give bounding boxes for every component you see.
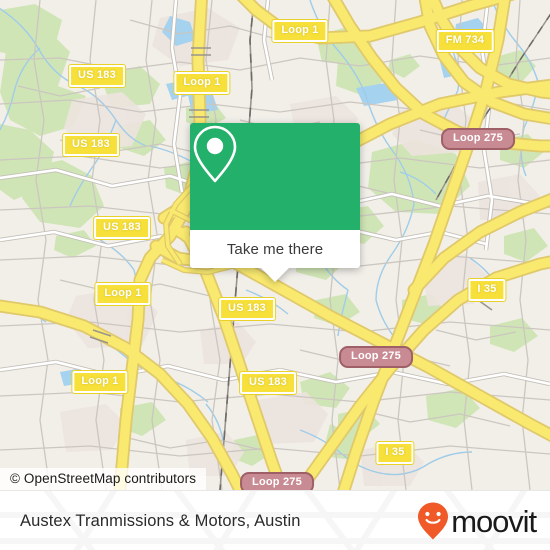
moovit-brand[interactable]: moovit: [416, 501, 537, 541]
road-shield: US 183: [68, 64, 126, 88]
popup-tail: [260, 267, 290, 282]
road-shield: US 183: [93, 216, 151, 240]
road-shield: US 183: [62, 133, 120, 157]
location-popup-card[interactable]: Take me there: [190, 123, 360, 282]
road-shield: Loop 1: [271, 19, 329, 43]
map-screenshot: Loop 1 FM 734 US 183 Loop 1 Loop 275 US 183 US…: [0, 0, 550, 550]
popup-image: [190, 123, 360, 230]
road-shield: US 183: [218, 297, 276, 321]
footer-bar: Austex Tranmissions & Motors, Austin moo…: [0, 490, 550, 550]
road-shield: US 183: [239, 371, 297, 395]
map-pin-icon: [193, 125, 237, 183]
map-canvas[interactable]: Loop 1 FM 734 US 183 Loop 1 Loop 275 US 183 US…: [0, 0, 550, 490]
take-me-there-button[interactable]: Take me there: [190, 230, 360, 268]
road-shield: Loop 275: [240, 472, 314, 490]
moovit-wordmark: moovit: [451, 503, 537, 539]
road-shield: I 35: [467, 278, 507, 302]
road-shield: Loop 1: [173, 71, 231, 95]
map-attribution[interactable]: © OpenStreetMap contributors: [0, 468, 207, 490]
road-shield: Loop 1: [94, 282, 152, 306]
road-shield: Loop 1: [71, 370, 129, 394]
road-shield: Loop 275: [339, 346, 413, 368]
page-title: Austex Tranmissions & Motors, Austin: [20, 511, 301, 530]
road-shield: Loop 275: [441, 128, 515, 150]
road-shield: I 35: [375, 441, 415, 465]
moovit-smiley-pin-icon: [418, 502, 449, 540]
road-shield: FM 734: [435, 29, 495, 53]
